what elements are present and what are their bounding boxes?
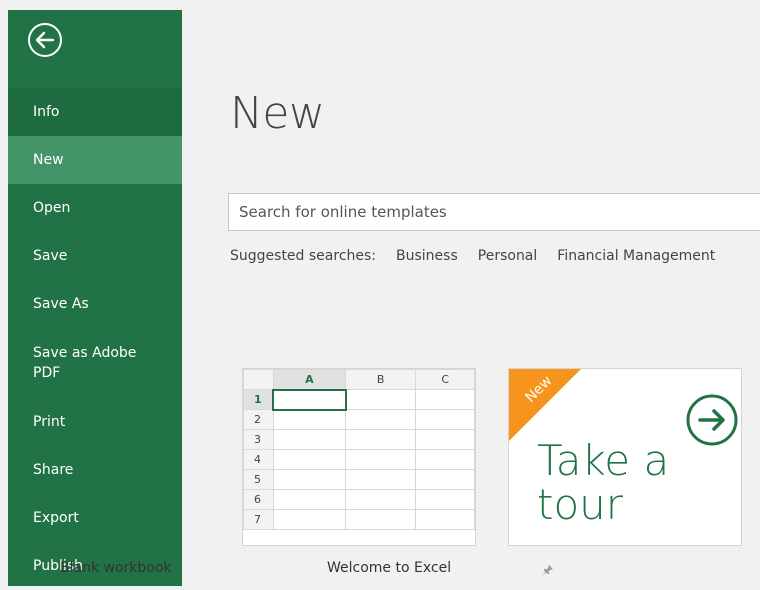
cell: [272, 409, 347, 430]
nav-item-label: Save: [33, 248, 68, 264]
nav-item-save-as[interactable]: Save As: [8, 280, 182, 328]
nav-item-label: Save As: [33, 296, 89, 312]
nav-item-share[interactable]: Share: [8, 446, 182, 494]
suggested-link-personal[interactable]: Personal: [478, 248, 538, 264]
cell: [415, 449, 475, 470]
cell: [344, 449, 417, 470]
row-header: 4: [243, 449, 274, 470]
template-welcome-to-excel[interactable]: New Take a tour: [508, 368, 742, 546]
cell: [272, 509, 347, 530]
search-placeholder: Search for online templates: [239, 203, 447, 221]
take-tour-line-1: Take a: [537, 436, 670, 485]
nav-item-export[interactable]: Export: [8, 494, 182, 542]
template-caption-blank-workbook: Blank workbook: [60, 560, 172, 576]
template-caption-welcome-to-excel: Welcome to Excel: [327, 560, 452, 576]
nav-item-label: Export: [33, 510, 79, 526]
column-header: B: [344, 369, 417, 390]
nav-item-label: New: [33, 152, 64, 168]
blank-workbook-grid-preview: A B C 1 2 3 4 5 6 7: [243, 369, 475, 530]
suggested-link-financial-management[interactable]: Financial Management: [557, 248, 715, 264]
pin-icon[interactable]: 🖈: [542, 561, 553, 582]
corner-cell: [243, 369, 274, 390]
main-panel: New Search for online templates Suggeste…: [182, 10, 760, 586]
cell: [272, 429, 347, 450]
row-header: 1: [243, 389, 274, 410]
cell: [415, 429, 475, 450]
backstage-sidebar: Info New Open Save Save As Save as Adobe…: [8, 10, 182, 586]
column-header: A: [272, 369, 347, 391]
suggested-link-business[interactable]: Business: [396, 248, 458, 264]
row-header: 2: [243, 409, 274, 430]
cell: [272, 449, 347, 470]
cell: [344, 389, 417, 410]
row-header: 3: [243, 429, 274, 450]
template-search-input[interactable]: Search for online templates: [228, 193, 760, 231]
cell: [272, 469, 347, 490]
cell: [344, 429, 417, 450]
row-header: 6: [243, 489, 274, 510]
cell: [415, 489, 475, 510]
nav-item-save-as-adobe-pdf[interactable]: Save as Adobe PDF: [8, 328, 182, 398]
nav-item-label: Print: [33, 414, 66, 430]
nav-item-info[interactable]: Info: [8, 88, 182, 136]
cell: [415, 389, 475, 410]
selected-cell: [272, 388, 347, 411]
cell: [344, 489, 417, 510]
back-arrow-icon[interactable]: [27, 22, 63, 58]
suggested-searches-label: Suggested searches:: [230, 248, 377, 264]
take-tour-text: Take a tour: [537, 439, 669, 527]
backstage-nav: Info New Open Save Save As Save as Adobe…: [8, 88, 182, 590]
nav-item-label: Save as Adobe PDF: [33, 345, 137, 381]
cell: [415, 409, 475, 430]
cell: [344, 509, 417, 530]
suggested-searches: Suggested searches: Business Personal Fi…: [230, 248, 715, 264]
column-header: C: [415, 369, 475, 390]
cell: [415, 509, 475, 530]
nav-item-label: Open: [33, 200, 71, 216]
cell: [272, 489, 347, 510]
take-tour-arrow-icon: [686, 394, 738, 446]
nav-item-label: Share: [33, 462, 74, 478]
nav-item-print[interactable]: Print: [8, 398, 182, 446]
row-header: 7: [243, 509, 274, 530]
nav-item-label: Info: [33, 104, 60, 120]
template-blank-workbook[interactable]: A B C 1 2 3 4 5 6 7: [242, 368, 476, 546]
page-title: New: [230, 88, 325, 139]
nav-item-save[interactable]: Save: [8, 232, 182, 280]
cell: [415, 469, 475, 490]
cell: [344, 469, 417, 490]
take-tour-line-2: tour: [537, 480, 624, 529]
nav-item-new[interactable]: New: [8, 136, 182, 184]
cell: [344, 409, 417, 430]
nav-item-open[interactable]: Open: [8, 184, 182, 232]
row-header: 5: [243, 469, 274, 490]
